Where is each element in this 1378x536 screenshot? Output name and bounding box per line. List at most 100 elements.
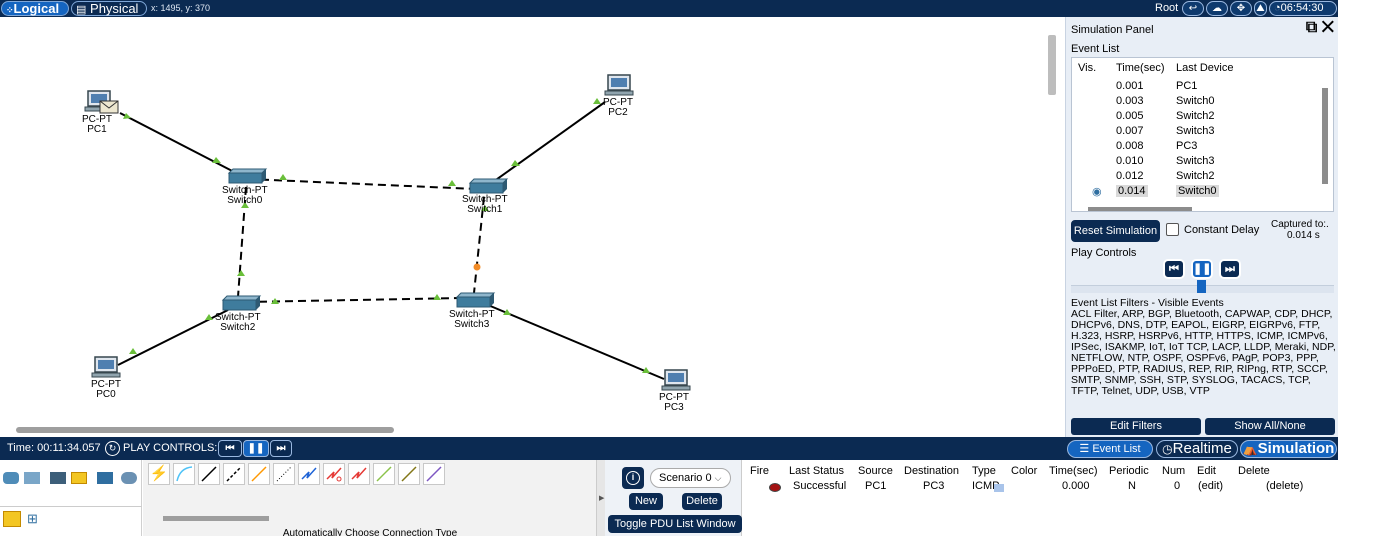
list-icon: ☰ (1079, 443, 1090, 455)
logical-icon: ⁘ (6, 5, 14, 15)
delete-scenario-button[interactable]: Delete (682, 493, 722, 510)
bottom-step-back-button[interactable]: ⏮ (218, 440, 242, 457)
coaxial-cable-icon[interactable] (298, 463, 320, 485)
step-forward-button[interactable]: ⏭ (1219, 259, 1241, 279)
event-last-device: PC3 (1176, 140, 1198, 152)
pc1-icon[interactable] (84, 90, 119, 114)
pdu-col-edit: Edit (1197, 465, 1216, 477)
auto-connection-icon[interactable]: ⚡ (148, 463, 170, 485)
misc-icon[interactable] (97, 472, 113, 484)
logical-view-button[interactable]: ⁘Logical (1, 1, 69, 16)
bottom-step-forward-button[interactable]: ⏭ (270, 440, 292, 457)
switch0-icon[interactable] (227, 168, 268, 184)
bottom-toolbox: ⊞ ⚡ Automatically Choose Connection Type… (0, 460, 1338, 536)
workspace-horizontal-scrollbar[interactable] (16, 427, 394, 433)
event-row[interactable]: 0.010 Switch3 (1072, 154, 1317, 169)
eye-icon[interactable]: ◉ (1092, 185, 1102, 198)
event-list-tab[interactable]: ☰ Event List (1067, 440, 1153, 458)
workspace-vertical-scrollbar[interactable] (1048, 35, 1056, 95)
reset-time-icon[interactable]: ↻ (105, 441, 120, 456)
cursor-coordinates: x: 1495, y: 370 (151, 3, 211, 13)
simulation-tab[interactable]: ⛺Simulation (1240, 440, 1337, 458)
move-icon[interactable]: ✥ (1230, 1, 1252, 16)
pc3-icon[interactable] (661, 369, 691, 391)
link-pc1-switch0[interactable] (119, 112, 241, 176)
pc0-icon[interactable] (91, 356, 121, 378)
event-row[interactable]: 0.008 PC3 (1072, 139, 1317, 154)
event-time: 0.010 (1116, 155, 1144, 167)
reset-simulation-button[interactable]: Reset Simulation (1071, 220, 1160, 242)
event-last-device: Switch0 (1176, 185, 1219, 197)
step-back-button[interactable]: ⏮ (1163, 259, 1185, 279)
constant-delay-checkbox[interactable] (1166, 223, 1179, 236)
switch1-icon[interactable] (468, 178, 509, 194)
grid-icon[interactable]: ⊞ (27, 511, 38, 527)
constant-delay-label: Constant Delay (1184, 224, 1260, 236)
link-switch3-pc3[interactable] (487, 304, 665, 380)
realtime-tab[interactable]: ◷Realtime (1156, 440, 1238, 458)
end-devices-icon[interactable] (24, 472, 40, 484)
col-vis: Vis. (1078, 62, 1097, 74)
undock-icon[interactable]: ⧉ (1306, 19, 1317, 36)
console-cable-icon[interactable] (173, 463, 195, 485)
serial-dce-icon[interactable] (323, 463, 345, 485)
network-devices-icon[interactable] (3, 472, 19, 484)
event-row[interactable]: 0.007 Switch3 (1072, 124, 1317, 139)
close-icon[interactable]: ✕ (1322, 19, 1334, 36)
switch3-icon[interactable] (455, 292, 496, 308)
bottom-pause-button[interactable]: ❚❚ (243, 440, 269, 457)
event-row[interactable]: ◉ 0.014 Switch0 (1072, 184, 1317, 199)
crossover-cable-icon[interactable] (223, 463, 245, 485)
phone-cable-icon[interactable] (273, 463, 295, 485)
pdu-time: 0.000 (1062, 480, 1090, 492)
switch0-label: Switch-PT Switch0 (222, 185, 268, 206)
new-scenario-button[interactable]: New (629, 493, 663, 510)
components-icon[interactable] (50, 472, 66, 484)
event-row[interactable]: 0.012 Switch2 (1072, 169, 1317, 184)
link-switch0-switch1[interactable] (247, 178, 477, 190)
connections-icon[interactable] (71, 472, 87, 484)
show-all-none-button[interactable]: Show All/None (1205, 418, 1335, 435)
captured-to-value: 0.014 s (1287, 230, 1320, 241)
physical-view-button[interactable]: ▤ Physical (71, 1, 147, 16)
event-row[interactable]: 0.003 Switch0 (1072, 94, 1317, 109)
connection-type-label: Automatically Choose Connection Type (282, 528, 458, 536)
expand-arrow-icon[interactable]: ▶ (599, 494, 604, 502)
pdu-edit-link[interactable]: (edit) (1198, 480, 1223, 492)
event-list-horizontal-scrollbar[interactable] (1088, 207, 1192, 211)
connection-scrollbar[interactable] (163, 516, 269, 521)
switch2-icon[interactable] (221, 295, 262, 311)
pdu-delete-link[interactable]: (delete) (1266, 480, 1303, 492)
usb-cable-icon[interactable] (423, 463, 445, 485)
lightning-icon[interactable] (3, 511, 21, 527)
fiber-cable-icon[interactable] (248, 463, 270, 485)
pdu-last-status: Successful (793, 480, 847, 492)
octal-cable-icon[interactable] (373, 463, 395, 485)
event-row[interactable]: 0.001 PC1 (1072, 79, 1317, 94)
edit-filters-button[interactable]: Edit Filters (1071, 418, 1201, 435)
clock-time: 06:54:30 (1280, 2, 1324, 14)
pause-button[interactable]: ❚❚ (1191, 259, 1213, 279)
back-icon[interactable]: ↩ (1182, 1, 1204, 16)
pc2-icon[interactable] (604, 74, 634, 96)
serial-dte-icon[interactable] (348, 463, 370, 485)
scenario-info-button[interactable]: i (622, 467, 644, 489)
play-controls-label-bottom: PLAY CONTROLS: (123, 442, 218, 454)
scenario-select[interactable]: Scenario 0 ⌵ (650, 468, 731, 488)
pdu-fire-button[interactable] (769, 483, 781, 492)
link-pc2-switch1[interactable] (485, 101, 606, 188)
cluster-icon[interactable]: ☁ (1206, 1, 1228, 16)
event-row[interactable]: 0.005 Switch2 (1072, 109, 1317, 124)
iot-custom-cable-icon[interactable] (398, 463, 420, 485)
straight-through-cable-icon[interactable] (198, 463, 220, 485)
link-lights (123, 98, 650, 373)
event-list-label: Event List (1071, 43, 1120, 55)
link-switch2-switch3[interactable] (245, 297, 465, 303)
multiuser-icon[interactable] (121, 472, 137, 484)
logical-workspace[interactable]: PC-PT PC1 PC-PT PC2 PC-PT PC0 PC-PT PC3 Swit… (0, 17, 1065, 437)
event-list-vertical-scrollbar[interactable] (1322, 88, 1328, 184)
viewport-icon[interactable]: ⛰ (1254, 1, 1267, 16)
pdu-col-periodic: Periodic (1109, 465, 1149, 477)
play-speed-slider-handle[interactable] (1197, 280, 1206, 293)
toggle-pdu-list-button[interactable]: Toggle PDU List Window (608, 515, 742, 533)
